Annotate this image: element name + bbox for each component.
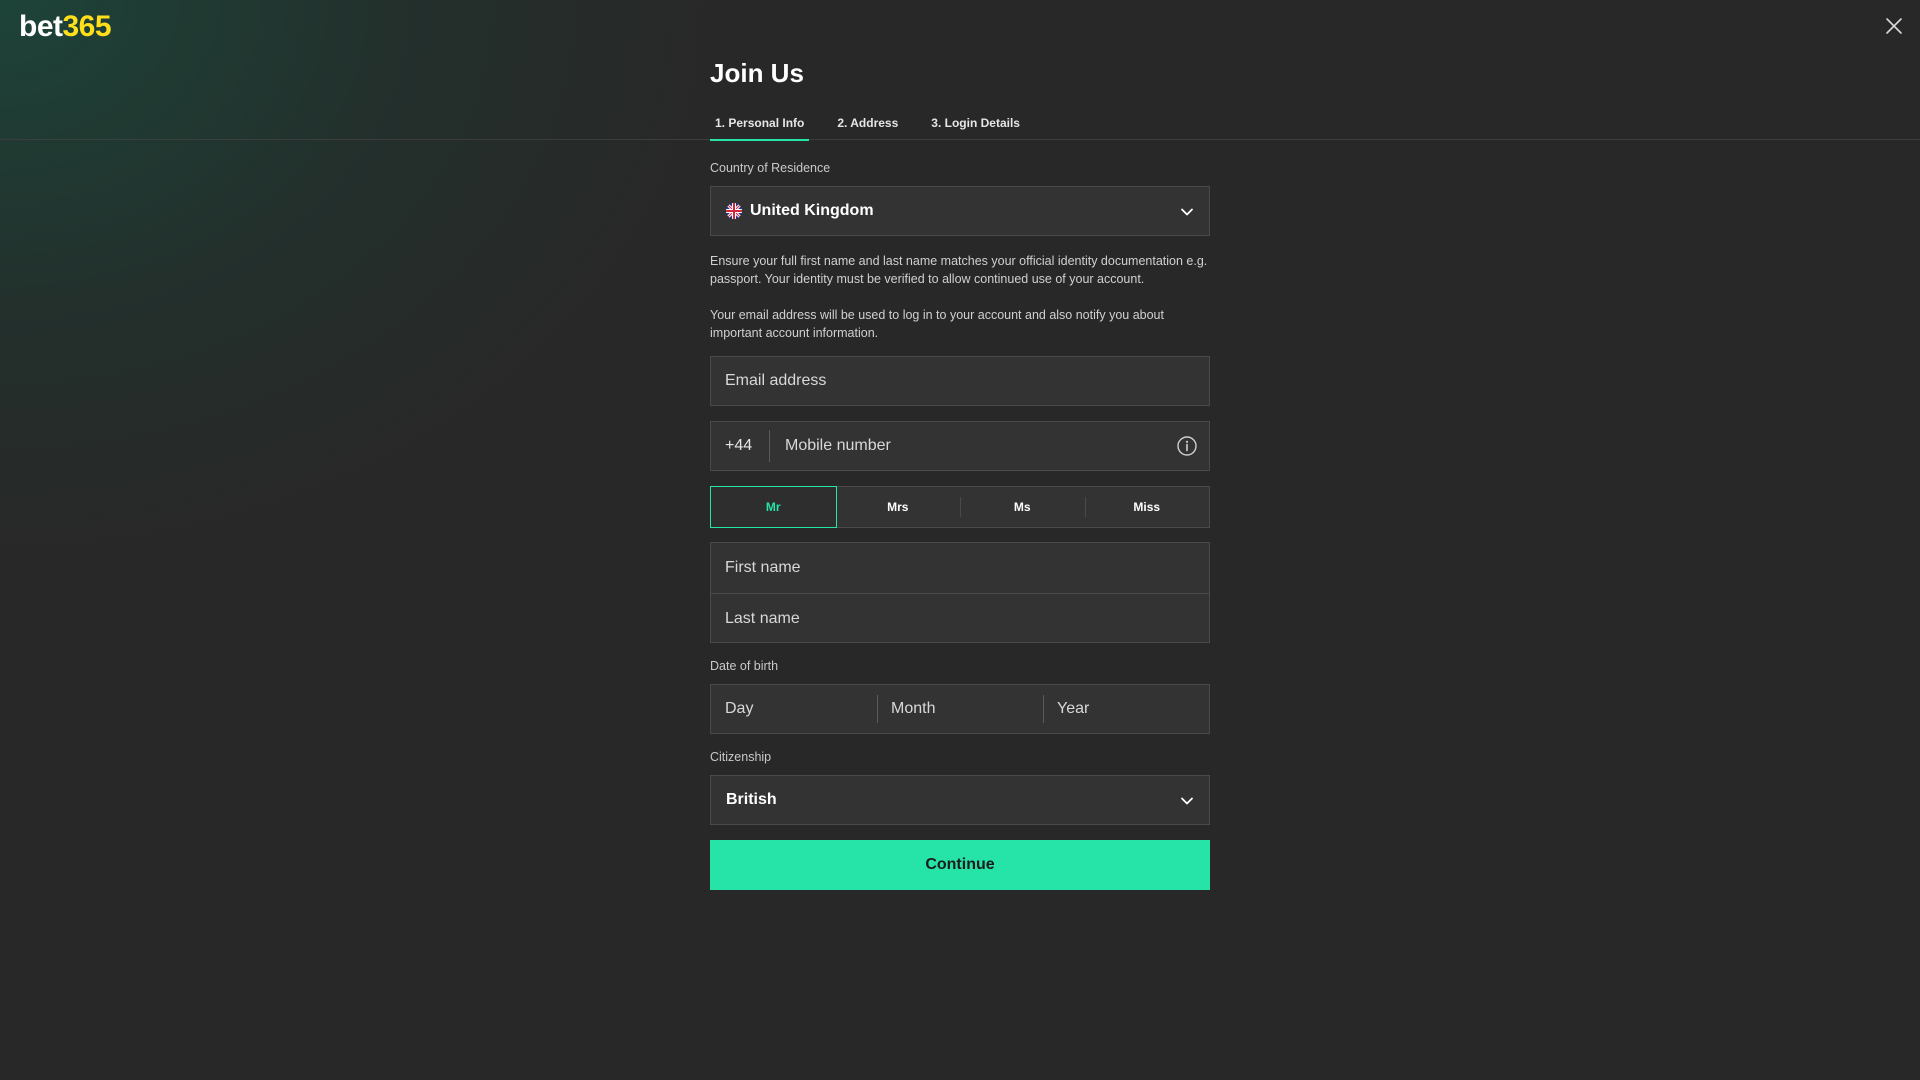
citizenship-select[interactable]: British — [710, 775, 1210, 825]
email-field-box — [710, 356, 1210, 406]
title-option-miss[interactable]: Miss — [1084, 487, 1210, 527]
tab-address[interactable]: 2. Address — [832, 112, 903, 140]
step-tabs: 1. Personal Info 2. Address 3. Login Det… — [710, 112, 1048, 141]
chevron-down-icon — [1181, 797, 1193, 805]
first-name-row — [711, 543, 1209, 593]
title-option-mr[interactable]: Mr — [710, 486, 837, 528]
dob-month-segment — [877, 685, 1043, 733]
logo-text-bet: bet — [19, 10, 63, 43]
continue-button[interactable]: Continue — [710, 840, 1210, 890]
tab-personal-info[interactable]: 1. Personal Info — [710, 112, 810, 141]
last-name-row — [711, 593, 1209, 643]
last-name-input[interactable] — [711, 594, 1209, 643]
title-option-ms[interactable]: Ms — [960, 487, 1085, 527]
dob-year-input[interactable] — [1043, 685, 1209, 733]
identity-note: Ensure your full first name and last nam… — [710, 254, 1208, 286]
dob-field-box — [710, 684, 1210, 734]
chevron-down-icon — [1181, 208, 1193, 216]
citizenship-label: Citizenship — [710, 750, 772, 764]
mobile-field-box: +44 — [710, 421, 1210, 471]
dob-year-segment — [1043, 685, 1209, 733]
close-icon[interactable] — [1882, 14, 1906, 38]
title-selector: Mr Mrs Ms Miss — [710, 486, 1210, 528]
info-icon[interactable] — [1176, 435, 1198, 457]
country-select[interactable]: United Kingdom — [710, 186, 1210, 236]
dob-month-input[interactable] — [877, 685, 1043, 733]
bet365-logo[interactable]: bet365 — [19, 10, 112, 44]
logo-text-365: 365 — [62, 10, 112, 43]
email-note: Your email address will be used to log i… — [710, 308, 1164, 340]
dob-label: Date of birth — [710, 659, 779, 673]
country-code-prefix[interactable]: +44 — [711, 430, 770, 462]
tab-login-details[interactable]: 3. Login Details — [926, 112, 1025, 140]
country-value: United Kingdom — [750, 202, 874, 219]
page-title: Join Us — [710, 58, 804, 88]
country-label: Country of Residence — [710, 161, 831, 175]
dob-day-input[interactable] — [711, 685, 877, 733]
uk-flag-icon — [726, 203, 742, 219]
email-input[interactable] — [711, 357, 1209, 405]
name-fields — [710, 542, 1210, 643]
first-name-input[interactable] — [711, 543, 1209, 593]
dob-day-segment — [711, 685, 877, 733]
citizenship-value: British — [726, 791, 777, 808]
title-option-mrs[interactable]: Mrs — [836, 487, 961, 527]
mobile-number-input[interactable] — [770, 422, 1176, 470]
